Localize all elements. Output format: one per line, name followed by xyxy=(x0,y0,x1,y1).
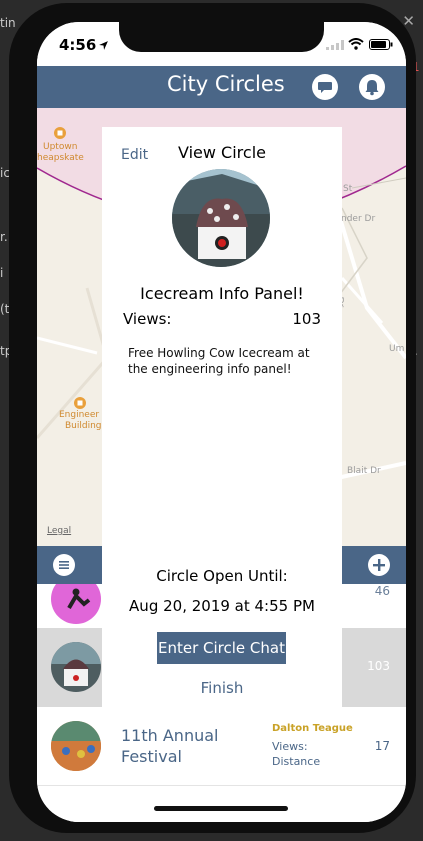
messages-button[interactable] xyxy=(312,74,338,100)
list-item[interactable]: 11th Annual Festival Dalton Teague Views… xyxy=(37,707,406,785)
wifi-icon xyxy=(348,38,364,50)
finish-button[interactable]: Finish xyxy=(102,679,342,697)
icecream-image xyxy=(172,169,270,267)
battery-icon xyxy=(369,39,393,50)
circle-count: 17 xyxy=(374,739,390,753)
plus-icon xyxy=(373,559,385,571)
views-label: Views: xyxy=(123,310,172,328)
views-value: 103 xyxy=(292,310,321,328)
circle-photo xyxy=(172,169,270,267)
menu-icon xyxy=(59,561,69,569)
enter-circle-chat-button[interactable]: Enter Circle Chat xyxy=(157,632,286,664)
circle-name: Icecream Info Panel! xyxy=(140,284,304,303)
circle-avatar xyxy=(51,642,101,692)
circle-count: 46 xyxy=(374,584,390,598)
map-label: St xyxy=(343,184,353,194)
screen: 4:56 City Circles Uptown heapskate Engin… xyxy=(37,22,406,822)
status-time: 4:56 xyxy=(59,36,97,54)
bell-icon xyxy=(365,80,379,96)
map-label: Uptown xyxy=(43,142,78,152)
festival-image xyxy=(51,721,101,771)
open-until-value: Aug 20, 2019 at 4:55 PM xyxy=(129,597,315,615)
map-label: Blait Dr xyxy=(347,466,381,476)
circle-count: 103 xyxy=(367,659,390,673)
map-label: Building xyxy=(65,421,102,431)
row-divider xyxy=(37,785,406,786)
poi-pin-icon xyxy=(54,127,66,139)
circle-title: 11th Annual Festival xyxy=(121,726,219,766)
map-label: nder Dr xyxy=(341,214,376,224)
phone-frame: 4:56 City Circles Uptown heapskate Engin… xyxy=(9,3,416,833)
circle-description: Free Howling Cow Icecream at the enginee… xyxy=(128,346,310,376)
chat-bubble-icon xyxy=(318,82,332,93)
signal-icon xyxy=(326,40,344,50)
home-indicator[interactable] xyxy=(154,806,288,811)
map-label: Engineer xyxy=(59,410,100,420)
open-until-label: Circle Open Until: xyxy=(156,567,288,585)
view-circle-panel: Edit View Circle Icecream Info Panel! Vi… xyxy=(102,127,342,712)
map-label: heapskate xyxy=(37,153,84,163)
menu-button[interactable] xyxy=(53,554,75,576)
icecream-image xyxy=(51,642,101,686)
views-label: Views: xyxy=(272,740,308,753)
edit-button[interactable]: Edit xyxy=(121,147,148,163)
top-nav-bar: City Circles xyxy=(37,66,406,108)
map-label: Um xyxy=(389,344,405,354)
notch xyxy=(119,22,324,52)
app-title: City Circles xyxy=(167,72,285,96)
location-arrow-icon xyxy=(99,41,108,50)
notifications-button[interactable] xyxy=(359,74,385,100)
map-legal-link[interactable]: Legal xyxy=(47,526,71,536)
circle-author: Dalton Teague xyxy=(272,723,353,734)
circle-avatar xyxy=(51,721,101,771)
poi-pin-icon xyxy=(74,397,86,409)
add-circle-button[interactable] xyxy=(368,554,390,576)
distance-label: Distance xyxy=(272,755,321,768)
panel-title: View Circle xyxy=(178,143,266,162)
